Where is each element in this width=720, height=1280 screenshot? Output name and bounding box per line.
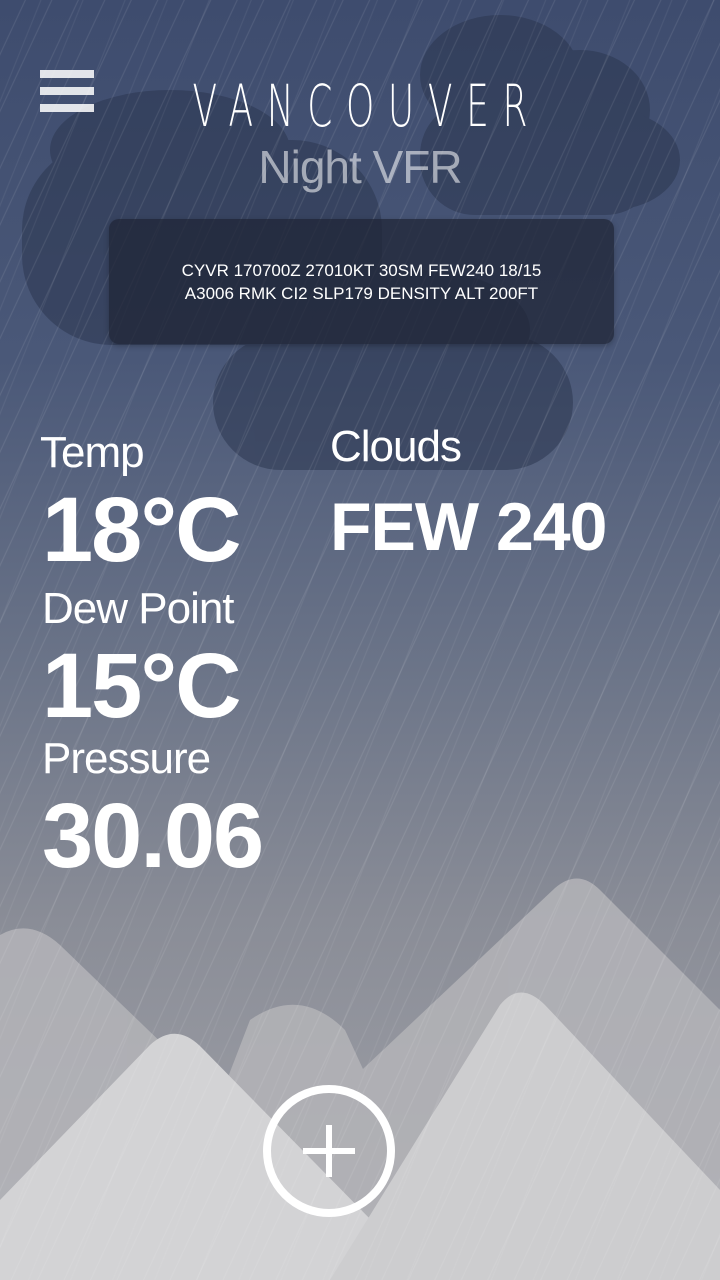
menu-bar bbox=[40, 104, 94, 112]
pressure-value: 30.06 bbox=[42, 785, 264, 887]
temp-value: 18°C bbox=[42, 479, 242, 581]
plus-circle-icon[interactable] bbox=[261, 1083, 397, 1219]
pressure-label: Pressure bbox=[42, 734, 211, 783]
metar-line-1: CYVR 170700Z 27010KT 30SM FEW240 18/15 bbox=[181, 260, 542, 280]
metar-report: CYVR 170700Z 27010KT 30SM FEW240 18/15 A… bbox=[109, 219, 614, 344]
hamburger-menu-icon[interactable] bbox=[40, 70, 96, 112]
clouds-label: Clouds bbox=[330, 422, 462, 471]
flight-rules-label: Night VFR bbox=[258, 141, 462, 193]
city-title: VANCOUVER bbox=[192, 72, 542, 140]
temp-label: Temp bbox=[40, 428, 145, 477]
menu-bar bbox=[40, 87, 94, 95]
menu-bar bbox=[40, 70, 94, 78]
dew-point-label: Dew Point bbox=[42, 584, 235, 633]
weather-screen: VANCOUVER Night VFR CYVR 170700Z 27010KT… bbox=[0, 0, 720, 1280]
dew-point-value: 15°C bbox=[42, 635, 242, 737]
clouds-value: FEW 240 bbox=[330, 489, 607, 565]
metar-line-2: A3006 RMK CI2 SLP179 DENSITY ALT 200FT bbox=[184, 283, 539, 303]
